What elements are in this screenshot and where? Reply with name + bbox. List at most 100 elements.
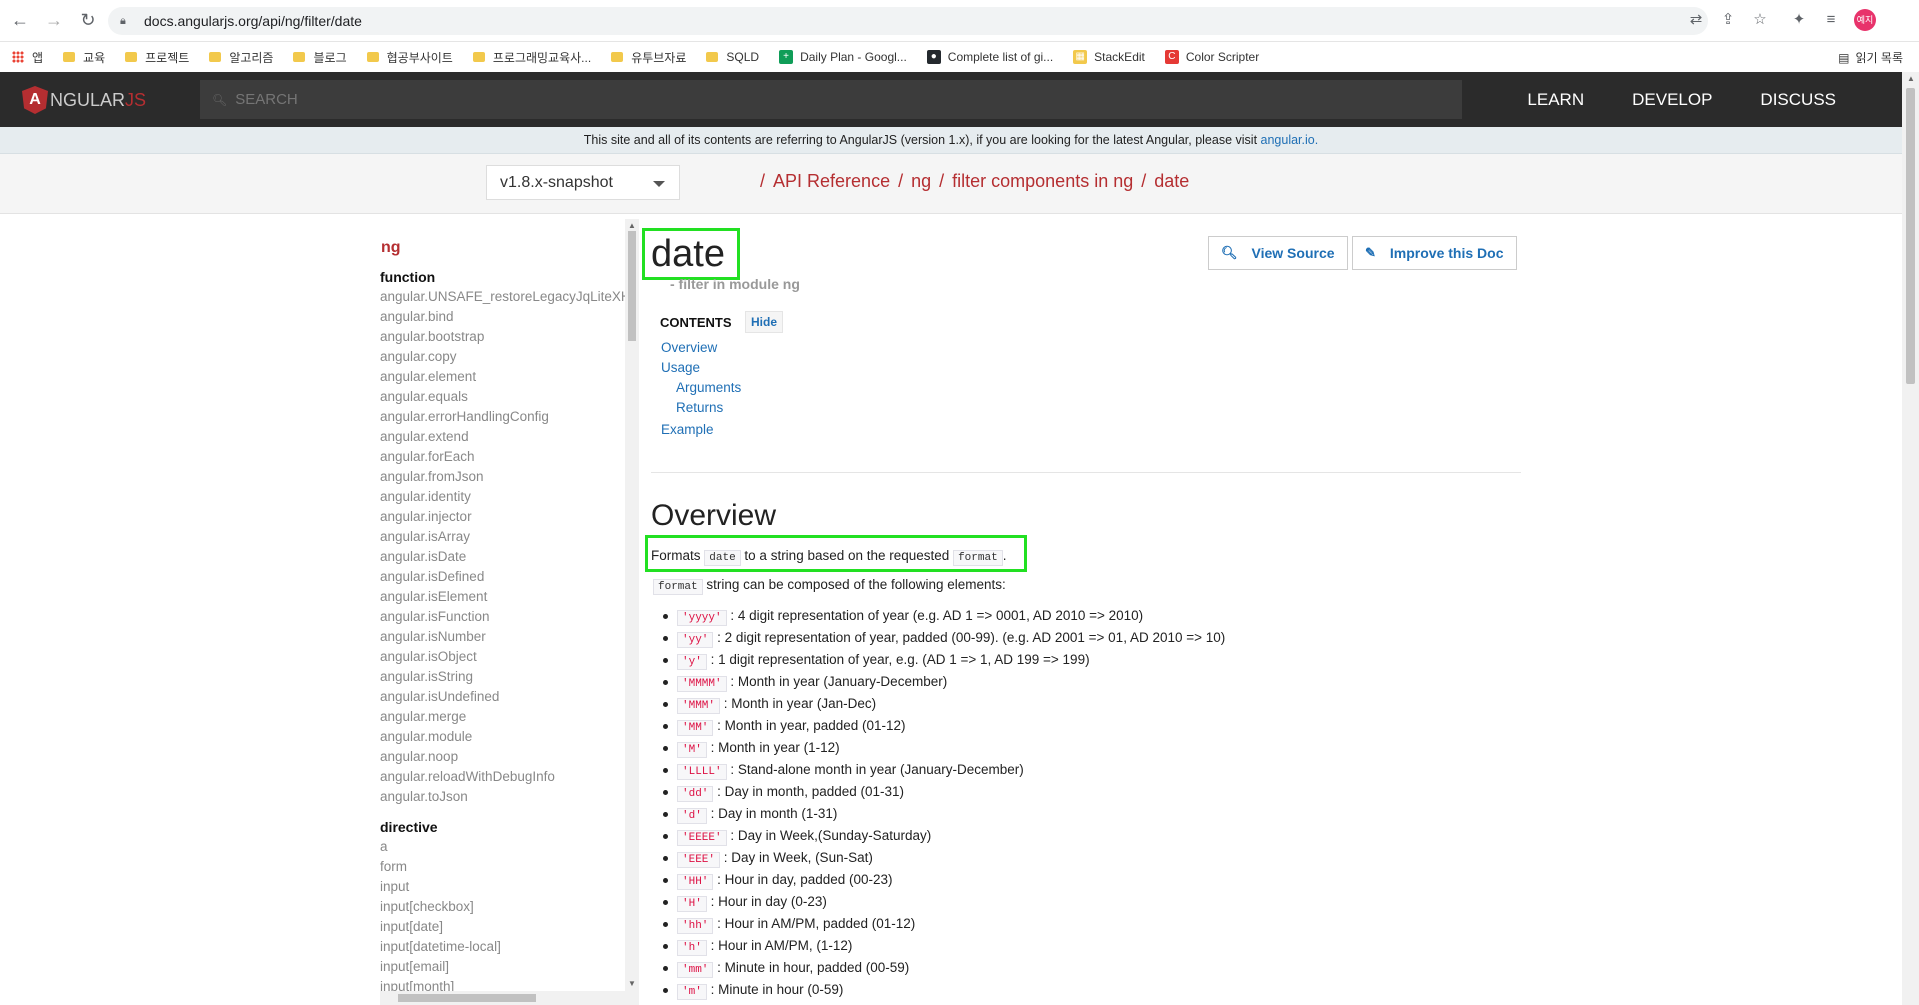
sidebar-item[interactable]: angular.noop xyxy=(380,747,625,767)
translate-icon[interactable]: ⇄ xyxy=(1685,9,1707,31)
forward-icon[interactable]: → xyxy=(40,7,68,35)
toc-usage[interactable]: Usage xyxy=(661,360,700,375)
bookmark-item[interactable]: + Daily Plan - Googl... xyxy=(779,50,907,64)
sidebar-item[interactable]: angular.forEach xyxy=(380,447,625,467)
page-scrollbar[interactable]: ▲ xyxy=(1902,72,1919,1005)
bookmark-item[interactable]: ● Complete list of gi... xyxy=(926,50,1053,64)
breadcrumb-separator: / xyxy=(898,171,904,191)
star-icon[interactable]: ☆ xyxy=(1749,9,1771,31)
sidebar-item[interactable]: input[email] xyxy=(380,957,625,977)
format-token-description: : Day in Week, (Sun-Sat) xyxy=(723,850,873,865)
sidebar-module-title[interactable]: ng xyxy=(381,239,625,257)
hide-contents-button[interactable]: Hide xyxy=(745,311,784,333)
sidebar-item[interactable]: angular.element xyxy=(380,367,625,387)
improve-doc-label: Improve this Doc xyxy=(1389,245,1504,261)
improve-doc-button[interactable]: ✎ Improve this Doc xyxy=(1352,236,1517,270)
share-icon[interactable]: ⇪ xyxy=(1717,9,1739,31)
breadcrumb-date[interactable]: date xyxy=(1154,171,1189,192)
sidebar-item[interactable]: a xyxy=(380,837,625,857)
toc-example[interactable]: Example xyxy=(661,422,714,437)
bookmark-item[interactable]: ▦ StackEdit xyxy=(1073,50,1145,64)
sidebar-item[interactable]: angular.merge xyxy=(380,707,625,727)
sidebar-item[interactable]: angular.bootstrap xyxy=(380,327,625,347)
scroll-thumb[interactable] xyxy=(628,231,636,341)
search-box[interactable]: 🔍︎ xyxy=(200,80,1462,119)
address-bar[interactable]: 🔒︎ docs.angularjs.org/api/ng/filter/date xyxy=(108,7,1708,35)
sidebar-item[interactable]: angular.isString xyxy=(380,667,625,687)
scroll-up-icon[interactable]: ▲ xyxy=(1907,74,1915,83)
scroll-down-icon[interactable]: ▼ xyxy=(628,979,636,988)
sidebar-item[interactable]: angular.injector xyxy=(380,507,625,527)
bookmark-item[interactable]: 프로젝트 xyxy=(125,49,189,66)
back-icon[interactable]: ← xyxy=(6,7,34,35)
sidebar-item[interactable]: angular.bind xyxy=(380,307,625,327)
sidebar-item[interactable]: angular.isNumber xyxy=(380,627,625,647)
sidebar-horizontal-scrollbar[interactable] xyxy=(380,991,625,1005)
sidebar-item[interactable]: angular.toJson xyxy=(380,787,625,807)
format-token-description: : Hour in day (0-23) xyxy=(710,894,827,909)
sidebar-item[interactable]: angular.isArray xyxy=(380,527,625,547)
format-token: 'yy' xyxy=(677,632,714,648)
scroll-thumb[interactable] xyxy=(398,994,536,1002)
sidebar-item[interactable]: input[date] xyxy=(380,917,625,937)
sidebar-item[interactable]: angular.errorHandlingConfig xyxy=(380,407,625,427)
sidebar-section-title: function xyxy=(380,269,436,285)
format-token-description: : 4 digit representation of year (e.g. A… xyxy=(730,608,1144,623)
sidebar-item[interactable]: input[datetime-local] xyxy=(380,937,625,957)
sidebar-item[interactable]: angular.UNSAFE_restoreLegacyJqLiteXHTMLR… xyxy=(380,287,625,307)
toc-returns[interactable]: Returns xyxy=(676,400,723,415)
bookmark-item[interactable]: 프로그래밍교육사... xyxy=(472,49,591,66)
reading-list-button[interactable]: ▤ 읽기 목록 xyxy=(1838,49,1903,66)
sidebar-item[interactable]: angular.equals xyxy=(380,387,625,407)
sidebar-item[interactable]: angular.isUndefined xyxy=(380,687,625,707)
sidebar-item[interactable]: form xyxy=(380,857,625,877)
scroll-up-icon[interactable]: ▲ xyxy=(628,221,636,230)
format-list-item: 'yy' : 2 digit representation of year, p… xyxy=(662,628,1225,650)
sidebar-item[interactable]: angular.extend xyxy=(380,427,625,447)
bookmark-item[interactable]: 유투브자료 xyxy=(611,49,686,66)
sidebar-item[interactable]: angular.isObject xyxy=(380,647,625,667)
scroll-thumb[interactable] xyxy=(1906,88,1915,384)
sidebar-item[interactable]: angular.isDefined xyxy=(380,567,625,587)
extensions-icon[interactable]: ✦ xyxy=(1788,9,1810,31)
bookmark-item[interactable]: 알고리즘 xyxy=(209,49,273,66)
view-source-button[interactable]: 🔍︎ View Source xyxy=(1208,236,1348,270)
bookmark-item[interactable]: 교육 xyxy=(63,49,105,66)
search-icon: 🔍︎ xyxy=(212,92,228,107)
search-input[interactable] xyxy=(235,91,1436,108)
bookmark-item[interactable]: 블로그 xyxy=(293,49,347,66)
bookmark-item[interactable]: SQLD xyxy=(706,50,759,64)
sidebar-item[interactable]: angular.fromJson xyxy=(380,467,625,487)
sidebar-item[interactable]: angular.isElement xyxy=(380,587,625,607)
sidebar-item[interactable]: input xyxy=(380,877,625,897)
bookmark-item[interactable]: 협공부사이트 xyxy=(366,49,453,66)
notice-link[interactable]: angular.io. xyxy=(1261,133,1319,147)
media-icon[interactable]: ≡ xyxy=(1820,9,1842,31)
nav-discuss[interactable]: DISCUSS xyxy=(1760,90,1836,110)
sidebar-item[interactable]: input[checkbox] xyxy=(380,897,625,917)
breadcrumb-ng[interactable]: ng xyxy=(911,171,931,192)
sidebar-item[interactable]: angular.reloadWithDebugInfo xyxy=(380,767,625,787)
breadcrumb-filter-components[interactable]: filter components in ng xyxy=(952,171,1133,192)
nav-learn[interactable]: LEARN xyxy=(1527,90,1584,110)
toc-overview[interactable]: Overview xyxy=(661,340,717,355)
sidebar-item[interactable]: angular.copy xyxy=(380,347,625,367)
sidebar-item[interactable]: angular.isDate xyxy=(380,547,625,567)
bookmark-item[interactable]: C Color Scripter xyxy=(1164,50,1259,64)
sidebar-vertical-scrollbar[interactable]: ▲ ▼ xyxy=(625,219,639,1005)
profile-avatar[interactable]: 예지 xyxy=(1854,9,1876,31)
sidebar-item[interactable]: angular.identity xyxy=(380,487,625,507)
reload-icon[interactable]: ↻ xyxy=(74,7,102,35)
nav-develop[interactable]: DEVELOP xyxy=(1632,90,1712,110)
bookmark-label: 알고리즘 xyxy=(229,50,274,65)
format-token: 'MMM' xyxy=(677,698,721,714)
version-select[interactable]: v1.8.x-snapshot xyxy=(486,165,680,200)
breadcrumb-api-reference[interactable]: API Reference xyxy=(773,171,890,192)
sidebar-item[interactable]: angular.isFunction xyxy=(380,607,625,627)
format-token-description: : Minute in hour, padded (00-59) xyxy=(717,960,910,975)
toc-arguments[interactable]: Arguments xyxy=(676,380,741,395)
sidebar-item[interactable]: angular.module xyxy=(380,727,625,747)
angularjs-logo[interactable]: A NGULARJS xyxy=(22,86,146,114)
bookmark-item[interactable]: 앱 xyxy=(12,49,43,66)
url-text[interactable]: docs.angularjs.org/api/ng/filter/date xyxy=(144,13,362,29)
